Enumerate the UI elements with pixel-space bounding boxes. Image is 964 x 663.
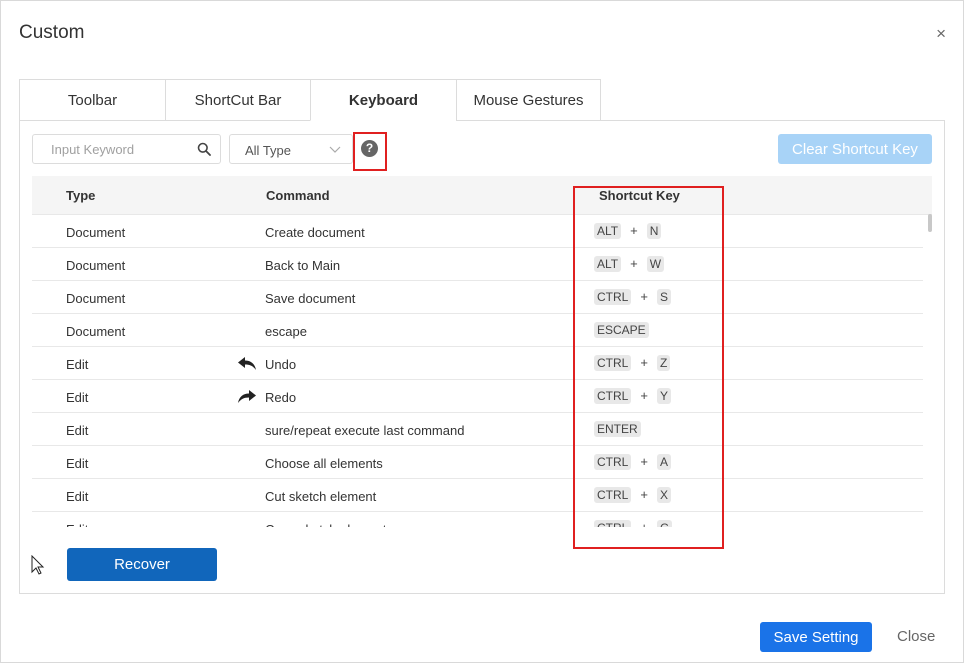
row-type: Document [66,324,126,339]
table-row[interactable]: Edit sure/repeat execute last command ENTE… [32,413,923,446]
header-command: Command [266,188,330,203]
help-icon[interactable]: ? [361,140,378,157]
search-box [32,134,221,164]
custom-dialog: Custom × Toolbar ShortCut Bar Keyboard M… [0,0,964,663]
table-row[interactable]: Edit Choose all elements CTRL + A [32,446,923,479]
row-type: Edit [66,357,89,372]
table-scrollbar[interactable] [928,214,932,232]
row-command: Save document [265,291,356,306]
type-select[interactable]: All Type [229,134,353,164]
type-select-value: All Type [245,143,292,158]
row-command: Back to Main [265,258,341,273]
clear-shortcut-key-button[interactable]: Clear Shortcut Key [778,134,932,164]
redo-icon [238,390,256,403]
table-body: Document Create document ALT + N Document Back… [32,215,923,527]
dialog-title: Custom [19,22,85,43]
row-command: Cut sketch element [265,489,377,504]
tab-mouse-gestures[interactable]: Mouse Gestures [456,79,601,121]
row-command: escape [265,324,307,339]
undo-icon [238,357,256,370]
row-command: Redo [265,390,297,405]
row-type: Edit [66,456,89,471]
row-type: Edit [66,390,89,405]
tab-toolbar[interactable]: Toolbar [19,79,165,121]
row-type: Edit [66,423,89,438]
chevron-down-icon [329,146,341,153]
close-icon[interactable]: × [936,25,946,42]
search-icon[interactable] [197,142,211,156]
shortcut-highlight-box [573,186,724,549]
row-command: Undo [265,357,297,372]
row-type: Edit [66,489,89,504]
row-command: Choose all elements [265,456,383,471]
header-type: Type [66,188,96,203]
save-setting-button[interactable]: Save Setting [760,622,872,652]
table-row[interactable]: Document escape ESCAPE [32,314,923,347]
tab-shortcut-bar[interactable]: ShortCut Bar [165,79,310,121]
tab-keyboard[interactable]: Keyboard [310,79,456,121]
table-row[interactable]: Document Back to Main ALT + W [32,248,923,281]
table-row[interactable]: Document Create document ALT + N [32,215,923,248]
table-header: Type Command Shortcut Key [32,176,932,215]
row-type: Document [66,291,126,306]
table-row[interactable]: Edit Cut sketch element CTRL + X [32,479,923,512]
row-type: Document [66,258,126,273]
row-command: sure/repeat execute last command [265,423,465,438]
tab-bar: Toolbar ShortCut Bar Keyboard Mouse Gest… [19,79,601,121]
close-button[interactable]: Close [897,628,935,645]
table-row[interactable]: Document Save document CTRL + S [32,281,923,314]
table-row[interactable]: Edit Undo CTRL + Z [32,347,923,380]
search-input[interactable] [51,135,201,163]
row-type: Edit [66,522,88,527]
table-row[interactable]: EditCopy sketch elementCTRL+C [32,512,923,527]
table-row[interactable]: Edit Redo CTRL + Y [32,380,923,413]
row-command: Create document [265,225,365,240]
row-type: Document [66,225,126,240]
row-command: Copy sketch element [265,522,386,527]
mouse-cursor-icon [31,555,45,575]
recover-button[interactable]: Recover [67,548,217,581]
